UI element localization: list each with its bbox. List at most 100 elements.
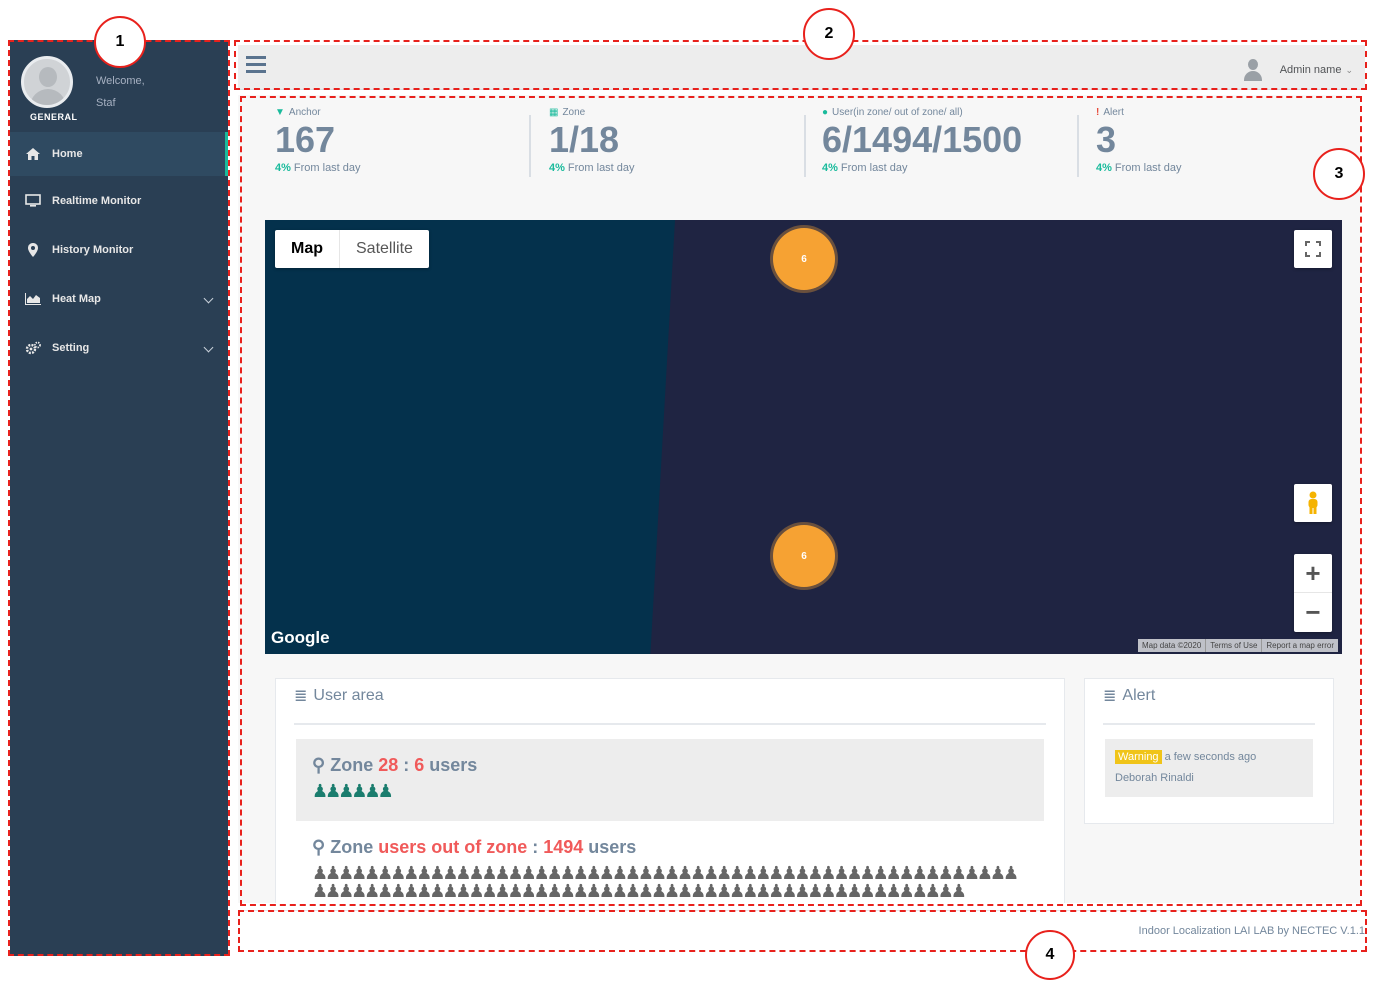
stat-anchor: ▼ Anchor 167 4% From last day [275,107,547,187]
map-pin-icon: ⚲ [312,755,326,775]
stat-zone: ▦ Zone 1/18 4% From last day [549,107,821,187]
sidebar-item-realtime-monitor[interactable]: Realtime Monitor [10,176,228,225]
wifi-icon: ▼ [275,107,285,118]
sidebar-item-setting[interactable]: Setting [10,323,228,372]
map-pin-icon [22,242,44,258]
sidebar-item-history-monitor[interactable]: History Monitor [10,225,228,274]
zone-id: users out of zone [378,837,528,857]
user-menu[interactable]: Admin name ⌄ [1243,59,1353,81]
fullscreen-icon [1305,241,1321,257]
zone-suffix: users [424,755,478,775]
annotation-badge: 2 [803,8,855,60]
map-type-satellite-button[interactable]: Satellite [340,230,429,268]
map-view[interactable]: Map Satellite 6 6 + − Google Map data ©2… [265,220,1342,654]
zone-item[interactable]: ⚲ Zone users out of zone : 1494 users ♟♟… [296,821,1044,903]
user-icon [1243,59,1262,81]
stat-delta: 4% [549,162,565,174]
sidebar: Welcome, Staf GENERAL Home Realtime Moni… [10,40,228,956]
panel-title-text: Alert [1122,687,1156,704]
stat-users: ● User(in zone/ out of zone/ all) 6/1494/… [822,107,1094,187]
user-icons: ♟♟♟♟♟♟ [312,781,394,801]
top-navbar: Admin name ⌄ [238,45,1365,90]
sidebar-item-heat-map[interactable]: Heat Map [10,274,228,323]
stats-row: ▼ Anchor 167 4% From last day ▦ Zone 1/18 4… [238,95,1360,200]
zone-item[interactable]: ⚲ Zone 28 : 6 users ♟♟♟♟♟♟ [296,739,1044,821]
align-left-icon: ≣ [294,688,308,705]
stat-value: 1/18 [549,119,620,160]
sidebar-item-label: Home [52,148,83,160]
menu-toggle-icon[interactable] [246,56,266,74]
marker-cluster[interactable]: 6 [773,525,835,587]
stat-sub: From last day [567,162,635,174]
stat-label: User(in zone/ out of zone/ all) [832,107,963,118]
welcome-text: Welcome, [96,75,145,87]
username: Staf [96,97,116,109]
alert-time: a few seconds ago [1164,751,1257,763]
zoom-control: + − [1294,554,1332,632]
divider [529,115,531,177]
stat-label: Zone [562,107,586,118]
footer: Indoor Localization LAI LAB by NECTEC V.… [238,910,1365,950]
panel-title-text: User area [313,687,384,704]
divider [1077,115,1079,177]
panel-title: ≣ User area [294,679,1046,725]
zone-prefix: Zone [330,755,379,775]
map-region [265,220,675,654]
zone-sep: : [398,755,415,775]
stat-delta: 4% [1096,162,1112,174]
gears-icon [22,340,44,356]
chevron-down-icon[interactable] [203,342,214,352]
zone-prefix: Zone [330,837,379,857]
avatar[interactable] [21,56,73,108]
map-data-text: Map data ©2020 [1142,641,1202,650]
map-type-map-button[interactable]: Map [275,230,340,268]
pegman-icon [1308,491,1318,514]
terms-link[interactable]: Terms of Use [1205,639,1261,652]
align-left-icon: ≣ [1103,688,1117,705]
sidebar-item-label: History Monitor [52,243,134,256]
stat-sub: From last day [293,162,361,174]
user-icon: ● [822,107,829,118]
map-pin-icon: ⚲ [312,837,326,857]
panel-title: ≣ Alert [1103,679,1315,725]
zone-suffix: users [583,837,637,857]
user-area-panel: ≣ User area ⚲ Zone 28 : 6 users ♟♟♟♟♟♟ ⚲… [275,678,1065,903]
map-type-control: Map Satellite [275,230,429,268]
page: Welcome, Staf GENERAL Home Realtime Moni… [0,0,1379,981]
stat-delta: 4% [822,162,838,174]
sidebar-item-label: Realtime Monitor [52,194,142,207]
report-error-link[interactable]: Report a map error [1261,639,1338,652]
divider [804,115,806,177]
exclamation-icon: ! [1096,107,1100,118]
sidebar-item-home[interactable]: Home [10,132,228,176]
stat-label: Anchor [288,107,321,118]
zone-line: ⚲ Zone users out of zone : 1494 users [312,837,1028,858]
zone-sep: : [527,837,544,857]
zone-line: ⚲ Zone 28 : 6 users [312,755,1028,776]
annotation-badge: 3 [1313,148,1365,200]
stat-value: 6/1494/1500 [822,119,1023,160]
google-logo: Google [271,628,330,647]
sidebar-item-label: Heat Map [52,292,101,305]
stat-label: Alert [1103,107,1124,118]
area-chart-icon [22,291,44,307]
zone-id: 28 [378,755,399,775]
stat-delta: 4% [275,162,291,174]
map-attribution: Map data ©2020 Terms of Use Report a map… [1138,639,1338,652]
stat-sub: From last day [840,162,908,174]
chevron-down-icon[interactable] [203,293,214,303]
street-view-button[interactable] [1294,484,1332,522]
home-icon [22,146,44,162]
marker-cluster[interactable]: 6 [773,228,835,290]
admin-name: Admin name [1279,64,1342,76]
alert-item[interactable]: Warning a few seconds ago Deborah Rinaldi [1105,739,1313,797]
zoom-out-button[interactable]: − [1294,593,1332,632]
fullscreen-button[interactable] [1294,230,1332,268]
section-title: GENERAL [30,112,78,122]
footer-text: Indoor Localization LAI LAB by NECTEC V.… [1138,925,1365,937]
user-icons: ♟♟♟♟♟♟♟♟♟♟♟♟♟♟♟♟♟♟♟♟♟♟♟♟♟♟♟♟♟♟♟♟♟♟♟♟♟♟♟♟… [312,863,1019,901]
warning-badge: Warning [1115,750,1162,764]
sidebar-menu: Home Realtime Monitor History Monitor He… [10,132,228,372]
chevron-down-icon: ⌄ [1345,64,1353,75]
zoom-in-button[interactable]: + [1294,554,1332,593]
